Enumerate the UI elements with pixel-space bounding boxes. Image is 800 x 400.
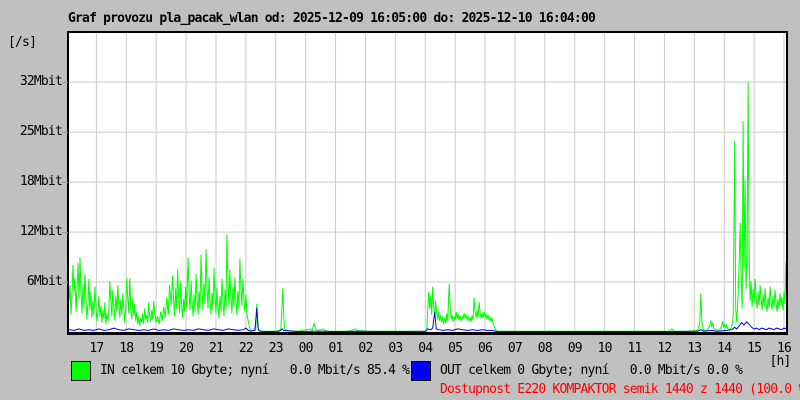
in-legend-label: IN celkem 10 Gbyte; nyní 0.0 Mbit/s 85.4… (100, 363, 410, 378)
x-tick-label: 18 (119, 341, 134, 356)
x-tick-label: 09 (567, 341, 583, 356)
x-tick-label: 20 (179, 341, 194, 356)
x-tick-label: 12 (657, 341, 672, 356)
x-tick-label: 02 (358, 341, 373, 356)
out-legend-label: OUT celkem 0 Gbyte; nyní 0.0 Mbit/s 0.0 … (440, 363, 743, 378)
x-tick-label: 21 (208, 341, 224, 356)
traffic-graph-window: Graf provozu pla_pacak_wlan od: 2025-12-… (0, 0, 800, 400)
in-legend-swatch (71, 361, 91, 381)
availability-status-text: Dostupnost E220 KOMPAKTOR semik 1440 z 1… (440, 382, 800, 397)
y-tick-mark (62, 182, 68, 184)
x-tick-label: 01 (328, 341, 344, 356)
y-tick-mark (62, 282, 68, 284)
x-tick-label: 13 (687, 341, 702, 356)
x-tick-label: 22 (238, 341, 254, 356)
x-tick-label: 07 (507, 341, 523, 356)
x-tick-label: 19 (149, 341, 164, 356)
y-axis-unit-label: [/s] (8, 35, 37, 50)
y-tick-label: 6Mbit (26, 274, 63, 290)
y-tick-mark (62, 232, 68, 234)
y-tick-label: 25Mbit (19, 124, 63, 140)
x-tick-label: 06 (478, 341, 493, 356)
graph-title: Graf provozu pla_pacak_wlan od: 2025-12-… (68, 11, 596, 26)
x-tick-label: 11 (627, 341, 642, 356)
y-tick-label: 18Mbit (19, 174, 63, 190)
x-tick-label: 04 (418, 341, 433, 356)
traffic-chart-svg (69, 33, 786, 332)
out-legend-swatch (411, 361, 431, 381)
y-tick-label: 32Mbit (19, 74, 63, 90)
x-tick-label: 14 (717, 341, 732, 356)
y-tick-label: 12Mbit (19, 224, 63, 240)
x-axis-unit-label: [h] (769, 354, 791, 369)
traffic-plot-area (67, 31, 788, 335)
y-tick-mark (62, 82, 68, 84)
x-tick-label: 00 (298, 341, 314, 356)
x-tick-label: 17 (89, 341, 104, 356)
x-tick-label: 03 (388, 341, 403, 356)
y-tick-mark (62, 132, 68, 134)
x-tick-label: 05 (448, 341, 463, 356)
x-tick-label: 23 (268, 341, 284, 356)
x-tick-label: 08 (537, 341, 553, 356)
x-tick-label: 10 (597, 341, 613, 356)
